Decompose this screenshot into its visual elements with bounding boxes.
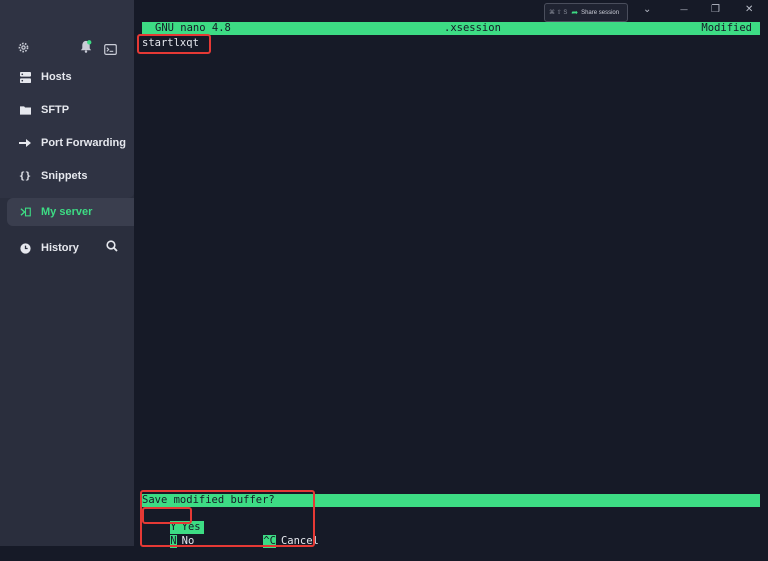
sidebar-item-port-forwarding[interactable]: Port Forwarding	[0, 129, 134, 157]
restore-icon[interactable]: ❐	[711, 4, 720, 15]
shortcut-hint: ⌘ ⇧ S	[549, 10, 568, 16]
sidebar-item-label: SFTP	[41, 104, 70, 116]
sidebar: Hosts SFTP Port Forwarding {} Snippets M…	[0, 0, 134, 546]
braces-icon: {}	[18, 170, 32, 182]
terminal-icon[interactable]	[104, 40, 117, 59]
sidebar-item-label: Port Forwarding	[41, 137, 126, 149]
clock-icon	[18, 242, 32, 254]
share-session-button[interactable]: ⌘ ⇧ S ➦ Share session	[544, 3, 628, 22]
highlight-box	[137, 34, 211, 54]
sidebar-toolbar	[0, 38, 134, 58]
sidebar-item-snippets[interactable]: {} Snippets	[0, 162, 134, 190]
sidebar-item-sftp[interactable]: SFTP	[0, 96, 134, 124]
hosts-icon	[18, 71, 32, 83]
sidebar-item-history[interactable]: History	[0, 234, 134, 262]
folder-icon	[18, 105, 32, 115]
modified-status: Modified	[701, 22, 752, 34]
window-titlebar	[134, 0, 768, 22]
share-icon: ➦	[571, 8, 579, 17]
share-session-label: Share session	[581, 9, 620, 16]
file-name: .xsession	[444, 22, 501, 34]
gear-icon[interactable]	[17, 39, 30, 58]
nano-title-bar: GNU nano 4.8 .xsession Modified	[142, 22, 760, 35]
arrow-forward-icon	[18, 138, 32, 148]
sidebar-item-label: History	[41, 242, 79, 254]
sidebar-item-my-server[interactable]: My server	[7, 198, 134, 226]
minimize-icon[interactable]: —	[680, 5, 688, 14]
terminal[interactable]: GNU nano 4.8 .xsession Modified startlxq…	[134, 22, 768, 548]
terminal-prompt-icon	[18, 207, 32, 217]
search-icon[interactable]	[106, 240, 118, 255]
sidebar-nav-panel: Hosts SFTP Port Forwarding {} Snippets	[0, 0, 134, 198]
bell-icon[interactable]	[80, 38, 92, 57]
chevron-down-icon[interactable]: ⌄	[643, 4, 651, 15]
sidebar-item-hosts[interactable]: Hosts	[0, 63, 134, 91]
sidebar-item-label: Hosts	[41, 71, 72, 83]
sidebar-item-label: My server	[41, 206, 93, 218]
sidebar-item-label: Snippets	[41, 170, 88, 182]
highlight-box	[142, 507, 192, 524]
close-icon[interactable]: ✕	[745, 4, 753, 15]
